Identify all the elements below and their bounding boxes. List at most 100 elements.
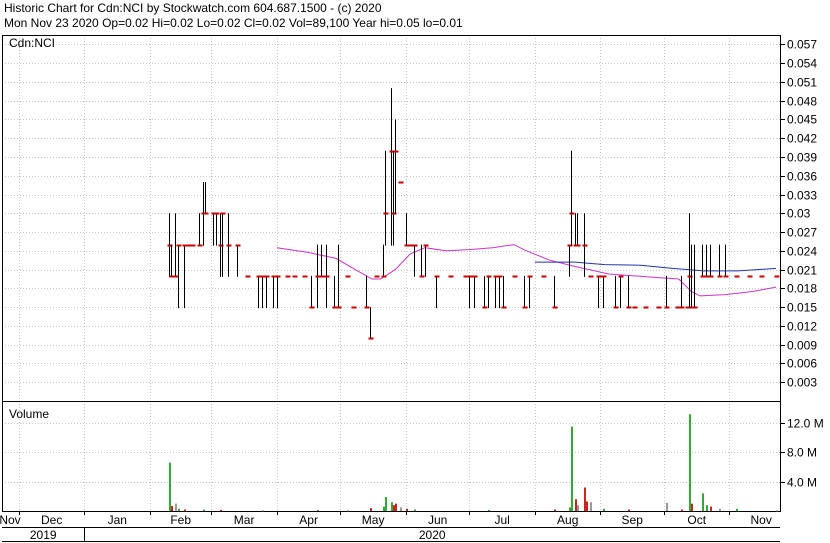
x-axis: Nov Dec Jan Feb Mar Apr May Jun Jul Aug Sep Oct Nov 2… [0, 511, 780, 542]
price-bar [569, 150, 575, 246]
price-bar [423, 244, 429, 277]
price-y-tick-label: 0.045 [787, 113, 817, 127]
volume-bar [736, 508, 738, 511]
volume-bar [262, 510, 264, 512]
price-bar [264, 275, 270, 309]
volume-bar [370, 508, 372, 511]
volume-y-tick-label: 4.0 M [787, 476, 817, 490]
x-month-label: Feb [170, 513, 191, 527]
price-bar [182, 244, 188, 309]
price-y-tick-label: 0.039 [787, 151, 817, 165]
volume-bar [395, 503, 397, 511]
price-bar [467, 275, 473, 309]
price-bar [364, 275, 370, 309]
price-y-tick-label: 0.024 [787, 245, 817, 259]
volume-bar [571, 426, 573, 511]
volume-bar [691, 503, 693, 511]
volume-bar [203, 509, 205, 511]
volume-bar [385, 497, 387, 511]
price-bar [541, 275, 547, 278]
price-y-tick-label: 0.018 [787, 282, 817, 296]
price-bar [632, 306, 638, 309]
price-bar [412, 244, 418, 277]
volume-bar [702, 493, 704, 511]
price-bar [472, 275, 478, 309]
volume-bar [719, 508, 721, 511]
price-bar [275, 275, 281, 309]
volume-bar [414, 509, 416, 511]
volume-bar [169, 462, 171, 511]
volume-bar [220, 509, 222, 511]
price-bar [582, 213, 588, 277]
x-month-label: Mar [234, 513, 255, 527]
price-bar [374, 275, 380, 278]
volume-bar [706, 505, 708, 511]
price-y-tick-label: 0.048 [787, 95, 817, 109]
volume-bar [575, 499, 577, 511]
price-bar [552, 275, 558, 309]
price-bar [190, 244, 196, 247]
price-bar [567, 244, 573, 277]
x-month-label: Dec [41, 513, 62, 527]
volume-bar [689, 414, 691, 511]
price-bar [527, 275, 533, 309]
price-bar [747, 275, 753, 278]
price-y-tick-label: 0.057 [787, 38, 817, 52]
price-bar [692, 244, 698, 309]
moving-average-line [534, 261, 777, 272]
price-bar [774, 275, 780, 278]
x-month-label: Nov [0, 513, 21, 527]
volume-bar [554, 509, 556, 511]
price-y-tick-label: 0.051 [787, 76, 817, 90]
price-bar [381, 244, 387, 278]
price-bar [596, 275, 602, 309]
price-y-tick-label: 0.033 [787, 189, 817, 203]
volume-bar [603, 508, 605, 511]
price-bar [618, 275, 624, 309]
price-bar [383, 150, 389, 246]
price-y-axis: 0.057 0.054 0.051 0.048 0.045 0.042 0.039 0.036… [780, 38, 817, 390]
price-bar [588, 275, 594, 278]
volume-bar [776, 510, 778, 512]
price-bar [226, 213, 232, 277]
price-y-tick-label: 0.006 [787, 357, 817, 371]
price-y-tick-label: 0.015 [787, 301, 817, 315]
x-year-label: 2019 [30, 528, 57, 542]
volume-bar [400, 507, 402, 511]
price-y-tick-label: 0.03 [787, 207, 811, 221]
price-bar [522, 275, 528, 309]
volume-y-tick-label: 12.0 M [787, 417, 824, 431]
price-bar [393, 119, 399, 215]
price-bar [723, 244, 729, 278]
price-bar [302, 275, 308, 278]
volume-bar [175, 503, 177, 511]
price-y-tick-label: 0.009 [787, 339, 817, 353]
price-y-tick-label: 0.012 [787, 320, 817, 334]
price-bar [285, 275, 291, 278]
price-bar [501, 275, 507, 309]
price-bar [708, 244, 714, 278]
volume-bar [569, 507, 571, 511]
x-year-label: 2020 [419, 528, 446, 542]
x-month-label: Oct [687, 513, 706, 527]
price-bar [626, 275, 632, 309]
price-bar [319, 244, 325, 278]
x-month-label: Jun [428, 513, 447, 527]
x-month-label: Sep [622, 513, 644, 527]
price-bar [759, 275, 765, 278]
stock-chart: Cdn:NCI Volume 0.057 0.054 0.051 0.048 0.045… [0, 35, 824, 542]
price-bar [245, 275, 251, 278]
price-bar [211, 212, 217, 246]
volume-panel-label: Volume [9, 407, 49, 421]
price-bar [734, 275, 740, 278]
x-month-label: May [362, 513, 385, 527]
price-bar [197, 213, 203, 247]
volume-bars [169, 414, 778, 512]
volume-bar [590, 502, 592, 511]
volume-bar [383, 506, 385, 511]
price-bar [368, 307, 374, 340]
volume-bar [666, 502, 668, 511]
price-bar [256, 275, 262, 309]
volume-bar [488, 509, 490, 511]
price-bar [332, 275, 338, 309]
